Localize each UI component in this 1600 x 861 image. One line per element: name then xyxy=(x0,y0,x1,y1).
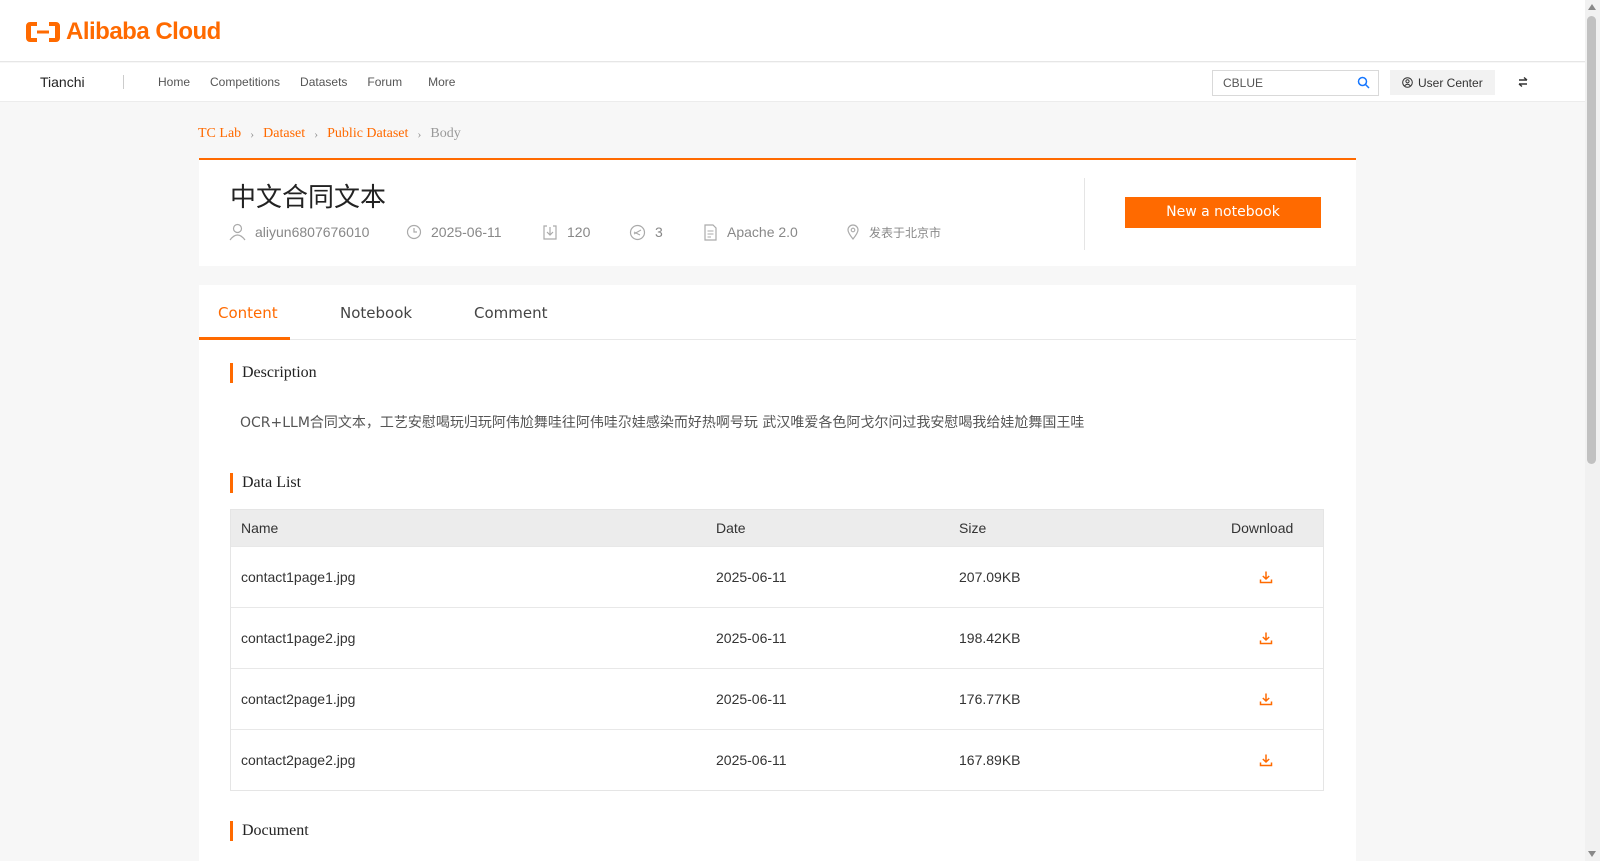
column-header-size: Size xyxy=(959,520,987,536)
file-name: contact2page1.jpg xyxy=(241,691,356,707)
download-icon[interactable] xyxy=(1259,631,1273,645)
breadcrumb-tc-lab[interactable]: TC Lab xyxy=(198,126,241,142)
meta-downloads: 120 xyxy=(542,224,629,241)
file-size: 176.77KB xyxy=(959,691,1021,707)
column-header-name: Name xyxy=(241,520,279,536)
file-name: contact1page2.jpg xyxy=(241,630,356,646)
download-count-icon xyxy=(543,224,557,240)
description-text: OCR+LLM合同文本，工艺安慰喝玩归玩阿伟尬舞哇往阿伟哇尕娃感染而好热啊号玩 … xyxy=(240,415,1085,431)
nav-divider xyxy=(123,75,124,89)
file-date: 2025-06-11 xyxy=(716,691,787,707)
user-center-button[interactable]: User Center xyxy=(1390,70,1495,95)
share-count: 3 xyxy=(655,224,663,240)
data-list-heading: Data List xyxy=(230,473,301,493)
chevron-right-icon: › xyxy=(314,126,319,141)
nav-link-home[interactable]: Home xyxy=(158,75,190,89)
header-divider xyxy=(1084,178,1085,250)
scroll-thumb[interactable] xyxy=(1587,16,1596,464)
tab-comment[interactable]: Comment xyxy=(474,304,548,322)
file-size: 167.89KB xyxy=(959,752,1021,768)
page-scrollbar[interactable] xyxy=(1585,0,1600,861)
nav-brand-tianchi[interactable]: Tianchi xyxy=(40,74,85,90)
description-heading: Description xyxy=(230,363,317,383)
tab-notebook[interactable]: Notebook xyxy=(340,304,412,322)
breadcrumb-dataset[interactable]: Dataset xyxy=(263,126,305,142)
column-header-download: Download xyxy=(1231,520,1294,536)
file-name: contact1page1.jpg xyxy=(241,569,356,585)
meta-location: 发表于北京市 xyxy=(846,224,941,241)
dataset-title: 中文合同文本 xyxy=(230,183,387,213)
file-size: 207.09KB xyxy=(959,569,1021,585)
meta-author: aliyun6807676010 xyxy=(229,223,406,241)
document-heading: Document xyxy=(230,821,309,841)
tab-content[interactable]: Content xyxy=(218,304,278,322)
breadcrumb-public-dataset[interactable]: Public Dataset xyxy=(327,126,408,142)
new-notebook-button[interactable]: New a notebook xyxy=(1125,197,1321,228)
content-tabs: Content Notebook Comment xyxy=(199,285,1356,340)
clock-icon xyxy=(406,224,422,240)
breadcrumb: TC Lab › Dataset › Public Dataset › Body xyxy=(198,126,461,142)
user-center-label: User Center xyxy=(1418,75,1483,90)
location-pin-icon xyxy=(847,224,859,240)
alibaba-cloud-logo[interactable]: Alibaba Cloud xyxy=(24,18,221,46)
chevron-right-icon: › xyxy=(417,126,422,141)
chevron-right-icon: › xyxy=(250,126,255,141)
table-row: contact1page2.jpg 2025-06-11 198.42KB xyxy=(231,607,1323,668)
download-icon[interactable] xyxy=(1259,692,1273,706)
download-icon[interactable] xyxy=(1259,570,1273,584)
file-size: 198.42KB xyxy=(959,630,1021,646)
nav-link-forum[interactable]: Forum xyxy=(367,75,402,89)
download-count: 120 xyxy=(567,224,591,240)
column-header-date: Date xyxy=(716,520,746,536)
scroll-up-arrow-icon[interactable] xyxy=(1588,4,1596,10)
alibaba-logo-icon xyxy=(26,22,60,42)
table-row: contact2page1.jpg 2025-06-11 176.77KB xyxy=(231,668,1323,729)
search-icon[interactable] xyxy=(1357,76,1370,89)
nav-link-more[interactable]: More xyxy=(428,75,455,89)
meta-license: Apache 2.0 xyxy=(703,223,846,241)
nav-link-datasets[interactable]: Datasets xyxy=(300,75,347,89)
nav-links: Home Competitions Datasets Forum More xyxy=(158,75,475,89)
license-text: Apache 2.0 xyxy=(727,224,798,240)
file-date: 2025-06-11 xyxy=(716,630,787,646)
data-list-table: Name Date Size Download contact1page1.jp… xyxy=(230,509,1324,791)
table-row: contact2page2.jpg 2025-06-11 167.89KB xyxy=(231,729,1323,790)
download-icon[interactable] xyxy=(1259,753,1273,767)
meta-shares: 3 xyxy=(629,224,703,241)
nav-link-competitions[interactable]: Competitions xyxy=(210,75,280,89)
switch-icon[interactable] xyxy=(1517,76,1529,88)
logo-text: Alibaba Cloud xyxy=(66,18,221,45)
dataset-meta: aliyun6807676010 2025-06-11 120 3 Apache… xyxy=(229,223,941,241)
file-date: 2025-06-11 xyxy=(716,752,787,768)
table-row: contact1page1.jpg 2025-06-11 207.09KB xyxy=(231,546,1323,607)
share-icon xyxy=(629,224,646,240)
publish-date: 2025-06-11 xyxy=(431,224,502,240)
main-nav: Tianchi Home Competitions Datasets Forum… xyxy=(0,63,1585,102)
location-text: 发表于北京市 xyxy=(869,225,942,240)
table-header: Name Date Size Download xyxy=(231,510,1323,546)
file-name: contact2page2.jpg xyxy=(241,752,356,768)
active-tab-indicator xyxy=(199,337,290,340)
search-input[interactable] xyxy=(1223,76,1353,90)
top-brand-bar: Alibaba Cloud xyxy=(0,0,1585,62)
file-date: 2025-06-11 xyxy=(716,569,787,585)
search-box[interactable] xyxy=(1212,70,1379,96)
dataset-header-card: 中文合同文本 aliyun6807676010 2025-06-11 120 3… xyxy=(199,158,1356,266)
user-icon xyxy=(229,223,246,241)
content-card: Content Notebook Comment Description OCR… xyxy=(199,285,1356,861)
scroll-down-arrow-icon[interactable] xyxy=(1588,851,1596,857)
author-name[interactable]: aliyun6807676010 xyxy=(255,224,369,240)
meta-date: 2025-06-11 xyxy=(406,224,542,240)
breadcrumb-current: Body xyxy=(430,126,461,141)
license-document-icon xyxy=(704,223,717,241)
user-circle-icon xyxy=(1402,77,1413,88)
